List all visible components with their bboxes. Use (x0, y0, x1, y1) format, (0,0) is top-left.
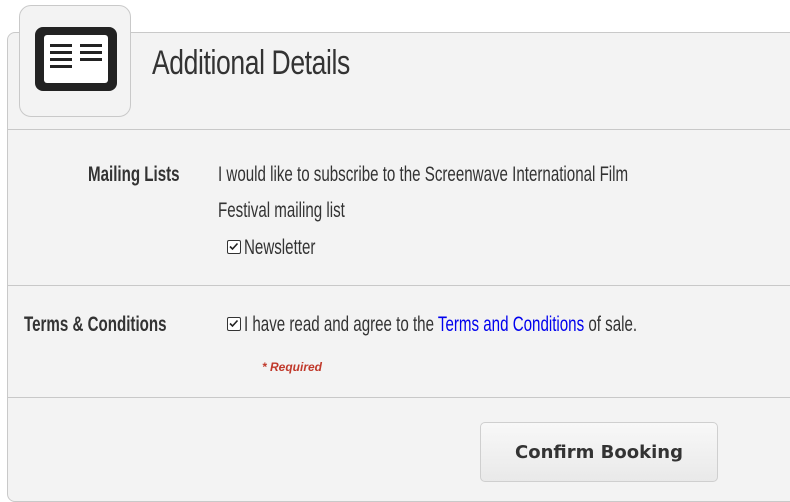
terms-link[interactable]: Terms and Conditions (438, 313, 584, 336)
newsletter-checkbox[interactable] (227, 240, 241, 254)
terms-checkbox[interactable] (227, 317, 241, 331)
divider (8, 397, 790, 398)
divider (8, 129, 790, 130)
divider (8, 285, 790, 286)
terms-label: Terms & Conditions (24, 313, 167, 336)
page-title: Additional Details (152, 44, 350, 82)
checkmark-icon (229, 242, 239, 251)
newspaper-icon (35, 27, 117, 91)
newsletter-label[interactable]: Newsletter (244, 236, 315, 260)
mailing-description-2: Festival mailing list (218, 199, 345, 222)
checkmark-icon (229, 319, 239, 328)
confirm-booking-button[interactable]: Confirm Booking (480, 422, 718, 482)
terms-text: I have read and agree to the Terms and C… (244, 313, 638, 336)
mailing-lists-label: Mailing Lists (88, 163, 180, 186)
required-note: * Required (262, 360, 323, 374)
mailing-description: I would like to subscribe to the Screenw… (218, 163, 629, 186)
